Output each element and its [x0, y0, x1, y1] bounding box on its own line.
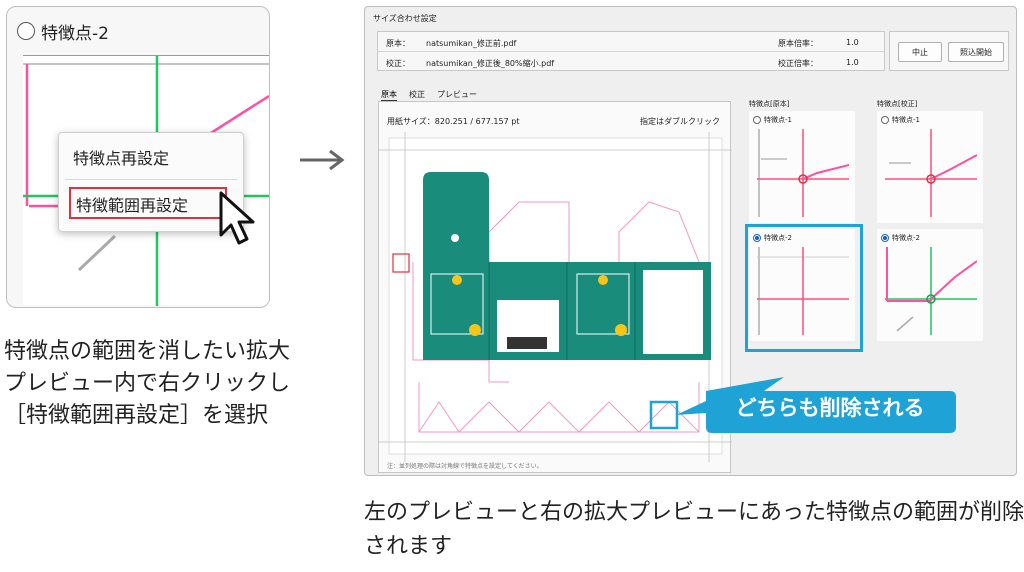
original-label: 原本： [386, 39, 410, 48]
corrected-fp1-preview [885, 129, 977, 217]
right-caption: 左のプレビューと右の拡大プレビューにあった特徴点の範囲が削除されます [364, 500, 1024, 559]
original-feature-point-1[interactable]: 特徴点-1 [749, 111, 855, 223]
feature-point-2-label: 特徴点-2 [41, 23, 109, 44]
file-info-box: 原本： natsumikan_修正前.pdf 原本倍率： 1.0 校正： nat… [377, 31, 885, 71]
note-text: 注：並列処理の際は対角線で特徴点を設定してください。 [387, 463, 543, 470]
original-fp1-radio[interactable]: 特徴点-1 [753, 115, 792, 125]
corrected-row: 校正： natsumikan_修正後_80%縮小.pdf 校正倍率： 1.0 [378, 52, 884, 72]
corrected-fp1-radio[interactable]: 特徴点-1 [881, 115, 920, 125]
start-button[interactable]: 照込開始 [948, 42, 1004, 62]
tab-preview[interactable]: プレビュー [437, 89, 477, 101]
corrected-scale-value: 1.0 [846, 58, 859, 67]
stop-button[interactable]: 中止 [898, 42, 942, 62]
corrected-fp1-label: 特徴点-1 [892, 116, 920, 124]
double-click-hint: 指定はダブルクリック [640, 117, 720, 126]
original-file: natsumikan_修正前.pdf [426, 39, 517, 48]
corrected-feature-point-1[interactable]: 特徴点-1 [877, 111, 983, 223]
tab-corrected[interactable]: 校正 [409, 89, 425, 101]
feature-points-corrected-title: 特徴点[校正] [877, 100, 918, 108]
corrected-fp2-preview [885, 247, 977, 335]
original-scale-value: 1.0 [846, 38, 859, 47]
original-row: 原本： natsumikan_修正前.pdf 原本倍率： 1.0 [378, 32, 884, 52]
corrected-fp2-radio[interactable]: 特徴点-2 [881, 233, 920, 243]
dialog-title: サイズ合わせ設定 [373, 14, 437, 23]
original-fp1-label: 特徴点-1 [764, 116, 792, 124]
radio-icon[interactable] [753, 116, 761, 124]
feature-points-original-title: 特徴点[原本] [749, 100, 790, 108]
radio-icon[interactable] [881, 116, 889, 124]
original-fp1-preview [757, 129, 849, 217]
menu-item-reset-feature-range[interactable]: 特徴範囲再設定 [69, 187, 227, 219]
arrow-right-icon [300, 149, 345, 171]
zoomed-preview-panel: 特徴点-2 特徴点再設定 特徴範囲再設定 [6, 6, 270, 308]
callout-text: どちらも削除される [735, 396, 925, 420]
feature-point-2-header[interactable]: 特徴点-2 [17, 15, 109, 47]
left-caption: 特徴点の範囲を消したい拡大プレビュー内で右クリックし［特徴範囲再設定］を選択 [4, 339, 291, 428]
radio-selected-icon[interactable] [881, 234, 889, 242]
original-scale-label: 原本倍率： [778, 39, 818, 48]
action-buttons: 中止 照込開始 [889, 31, 1009, 71]
feature-point-highlight [745, 224, 863, 352]
corrected-fp2-label: 特徴点-2 [892, 234, 920, 242]
tab-original[interactable]: 原本 [381, 89, 397, 101]
menu-item-reset-feature-point[interactable]: 特徴点再設定 [73, 145, 169, 169]
menu-separator [65, 179, 237, 180]
corrected-file: natsumikan_修正後_80%縮小.pdf [426, 59, 555, 68]
mouse-cursor-icon [219, 191, 255, 245]
paper-size-label: 用紙サイズ：820.251 / 677.157 pt [387, 117, 520, 126]
corrected-scale-label: 校正倍率： [778, 59, 818, 68]
corrected-label: 校正： [386, 59, 410, 68]
preview-tabs: 原本 校正 プレビュー [381, 89, 477, 101]
radio-icon[interactable] [17, 22, 35, 40]
corrected-feature-point-2[interactable]: 特徴点-2 [877, 229, 983, 341]
